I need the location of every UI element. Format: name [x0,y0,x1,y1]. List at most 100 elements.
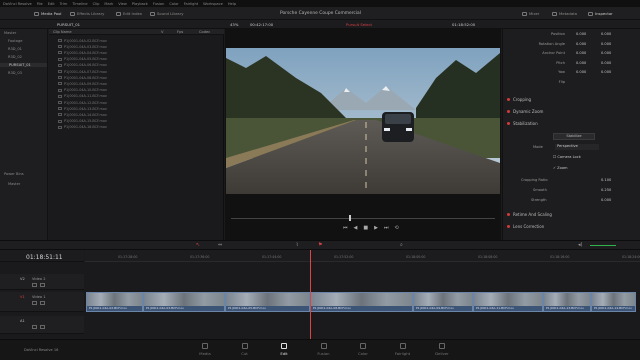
transform-x-value[interactable]: 0.000 [576,61,586,65]
transform-y-value[interactable]: 0.000 [601,51,611,55]
enable-dot[interactable] [507,110,510,113]
skip-back-icon[interactable]: ⏮ [343,225,348,231]
transform-x-value[interactable]: 0.000 [576,42,586,46]
timeline-clip[interactable]: P1|0001-04A-03-BCF.mov [143,292,225,312]
trim-tool-icon[interactable]: ⇔ [218,242,222,248]
col-v[interactable]: V [161,30,163,34]
skip-forward-icon[interactable]: ⏭ [384,225,389,231]
zoom-checkbox[interactable]: ✓ Zoom [553,166,568,170]
menu-fusion[interactable]: Fusion [153,2,165,6]
auto-select-icon[interactable] [40,325,45,329]
section-cropping[interactable]: Cropping [507,97,531,102]
menu-help[interactable]: Help [228,2,236,6]
transform-x-value[interactable]: 0.000 [576,32,586,36]
clip-list-item[interactable]: P1|0001-04A-11-BCF.mov [58,94,107,99]
clip-list-item[interactable]: P1|0001-04A-12-BCF.mov [58,100,107,105]
selection-tool-icon[interactable]: ↖ [196,242,200,248]
enable-dot[interactable] [507,225,510,228]
clip-list-item[interactable]: P1|0001-04A-04-BCF.mov [58,50,107,55]
clip-list-item[interactable]: P1|0001-04A-03-BCF.mov [58,44,107,49]
menu-file[interactable]: File [37,2,43,6]
bin-path[interactable]: PURSUIT_01 [57,22,80,27]
menu-timeline[interactable]: Timeline [72,2,87,6]
clip-list-item[interactable]: P1|0001-04A-09-BCF.mov [58,81,107,86]
stop-icon[interactable]: ■ [363,225,368,231]
zoom-level[interactable]: 43% [230,22,238,27]
track-header-v2[interactable]: V2 Video 2 [0,274,84,290]
strength-value[interactable]: 0.000 [601,198,611,202]
page-color[interactable]: Color [348,343,378,356]
bin-item[interactable]: R3D_01 [8,47,22,51]
section-dynamic-zoom[interactable]: Dynamic Zoom [507,109,543,114]
track-header-a1[interactable]: A1 [0,316,84,334]
menu-color[interactable]: Color [169,2,178,6]
bin-item[interactable]: Footage [8,39,22,43]
mixer-button[interactable]: Mixer [522,10,539,17]
page-fairlight[interactable]: Fairlight [388,343,418,356]
clip-list-item[interactable]: P1|0001-04A-02-BCF.mov [58,38,107,43]
bin-item[interactable]: R3D_03 [8,71,22,75]
menu-clip[interactable]: Clip [93,2,100,6]
edit-index-button[interactable]: Edit Index [116,10,142,17]
inspector-button[interactable]: Inspector [588,10,613,17]
mode-select[interactable]: Perspective [555,144,599,150]
timeline-clip[interactable]: P1|0001-04A-05-BCF.mov [225,292,310,312]
menu-fairlight[interactable]: Fairlight [184,2,198,6]
menu-view[interactable]: View [118,2,127,6]
page-fusion[interactable]: Fusion [309,343,339,356]
track-header-v1[interactable]: V1 Video 1 [0,292,84,312]
clip-list-item[interactable]: P1|0001-04A-06-BCF.mov [58,63,107,68]
col-codec[interactable]: Codec [199,30,210,34]
transform-y-value[interactable]: 0.000 [601,70,611,74]
camera-lock-checkbox[interactable]: ☐ Camera Lock [553,155,581,159]
sound-library-button[interactable]: Sound Library [150,10,183,17]
col-clip-name[interactable]: Clip Name [53,30,72,34]
clip-list-item[interactable]: P1|0001-04A-07-BCF.mov [58,69,107,74]
page-edit[interactable]: Edit [269,343,299,356]
timeline-clip[interactable]: P1|0001-04A-14-BCF.mov [591,292,636,312]
auto-select-icon[interactable] [40,283,45,287]
clip-list-item[interactable]: P1|0001-04A-15-BCF.mov [58,119,107,124]
enable-dot[interactable] [507,213,510,216]
flag-icon[interactable]: ⚑ [318,242,322,248]
auto-select-icon[interactable] [40,301,45,305]
volume-slider[interactable] [590,245,616,246]
timeline-clip[interactable]: P1|0001-04A-08-BCF.mov [310,292,413,312]
transform-y-value[interactable]: 0.000 [601,32,611,36]
transform-y-value[interactable]: 0.000 [601,42,611,46]
clip-list-item[interactable]: P1|0001-04A-08-BCF.mov [58,75,107,80]
section-stabilization[interactable]: Stabilization [507,121,538,126]
metadata-button[interactable]: Metadata [552,10,577,17]
snap-icon[interactable]: ⌇ [296,242,298,248]
clip-list-item[interactable]: P1|0001-04A-05-BCF.mov [58,57,107,62]
bin-item[interactable]: R3D_02 [8,55,22,59]
col-fps[interactable]: Fps [177,30,183,34]
zoom-icon[interactable]: ⌕ [400,242,403,248]
enable-dot[interactable] [507,98,510,101]
effects-library-button[interactable]: Effects Library [70,10,104,17]
section-retime-scaling[interactable]: Retime And Scaling [507,212,552,217]
menu-edit[interactable]: Edit [48,2,55,6]
transform-y-value[interactable]: 0.000 [601,61,611,65]
cropping-ratio-value[interactable]: 0.100 [601,178,611,182]
page-deliver[interactable]: Deliver [427,343,457,356]
loop-icon[interactable]: ⟲ [394,225,398,231]
transform-x-value[interactable]: 0.000 [576,70,586,74]
timeline-playhead[interactable] [310,250,311,339]
clip-list-item[interactable]: P1|0001-04A-16-BCF.mov [58,125,107,130]
clip-list-item[interactable]: P1|0001-04A-14-BCF.mov [58,112,107,117]
transform-x-value[interactable]: 0.000 [576,51,586,55]
lock-icon[interactable] [32,301,37,305]
menu-trim[interactable]: Trim [60,2,68,6]
volume-icon[interactable]: ◂) [578,242,582,248]
viewer-playhead[interactable] [349,215,351,221]
stabilize-button[interactable]: Stabilize [553,133,595,140]
timeline-clip[interactable]: P1|0001-04A-11-BCF.mov [473,292,543,312]
section-lens-correction[interactable]: Lens Correction [507,224,544,229]
timeline-clip[interactable]: P1|0001-04A-02-BCF.mov [86,292,143,312]
enable-dot[interactable] [507,122,510,125]
page-media[interactable]: Media [190,343,220,356]
menu-mark[interactable]: Mark [104,2,113,6]
bin-master[interactable]: Master [4,31,16,35]
play-icon[interactable]: ▶ [374,225,378,231]
